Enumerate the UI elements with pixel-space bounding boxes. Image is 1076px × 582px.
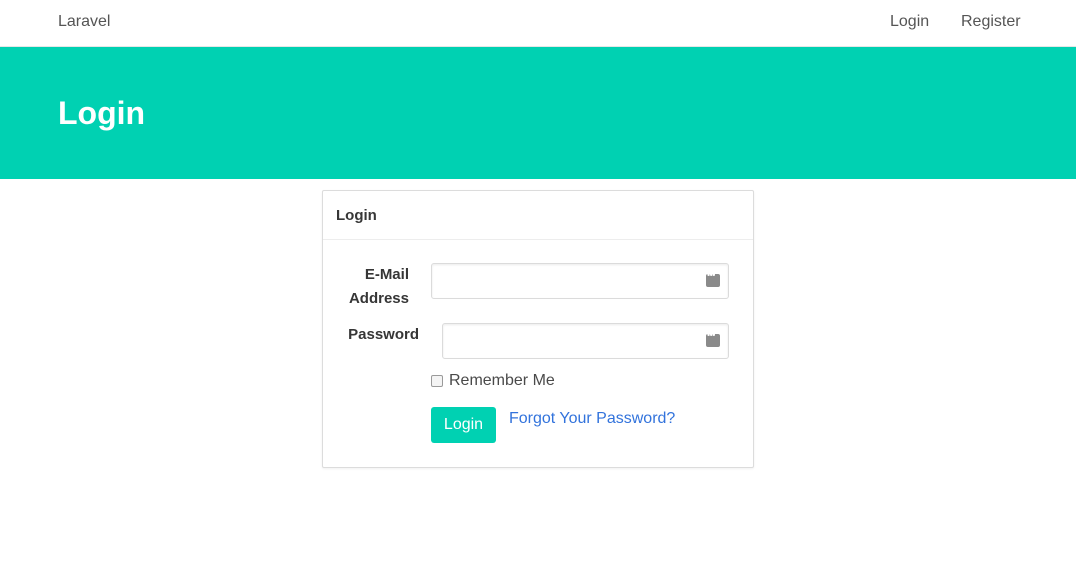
login-card: Login E-Mail Address Password Remember M… [322, 190, 754, 468]
password-input[interactable] [443, 324, 728, 358]
email-field[interactable] [431, 263, 729, 299]
email-label: E-Mail Address [348, 266, 409, 307]
page-title: Login [58, 95, 146, 131]
email-input[interactable] [432, 264, 728, 298]
remember-me-checkbox[interactable] [431, 375, 443, 387]
hero-banner: Login [0, 47, 1076, 179]
remember-me-label[interactable]: Remember Me [449, 372, 555, 390]
nav-login-link[interactable]: Login [890, 13, 929, 31]
password-manager-icon[interactable] [706, 330, 720, 347]
password-field[interactable] [442, 323, 729, 359]
password-label: Password [348, 326, 419, 343]
card-title: Login [336, 207, 377, 224]
password-manager-icon[interactable] [706, 270, 720, 287]
login-button[interactable]: Login [431, 407, 496, 443]
card-header: Login [323, 191, 753, 240]
top-navbar: Laravel Login Register [0, 0, 1076, 47]
forgot-password-link[interactable]: Forgot Your Password? [509, 410, 675, 428]
brand-link[interactable]: Laravel [58, 13, 110, 31]
nav-register-link[interactable]: Register [961, 13, 1021, 31]
